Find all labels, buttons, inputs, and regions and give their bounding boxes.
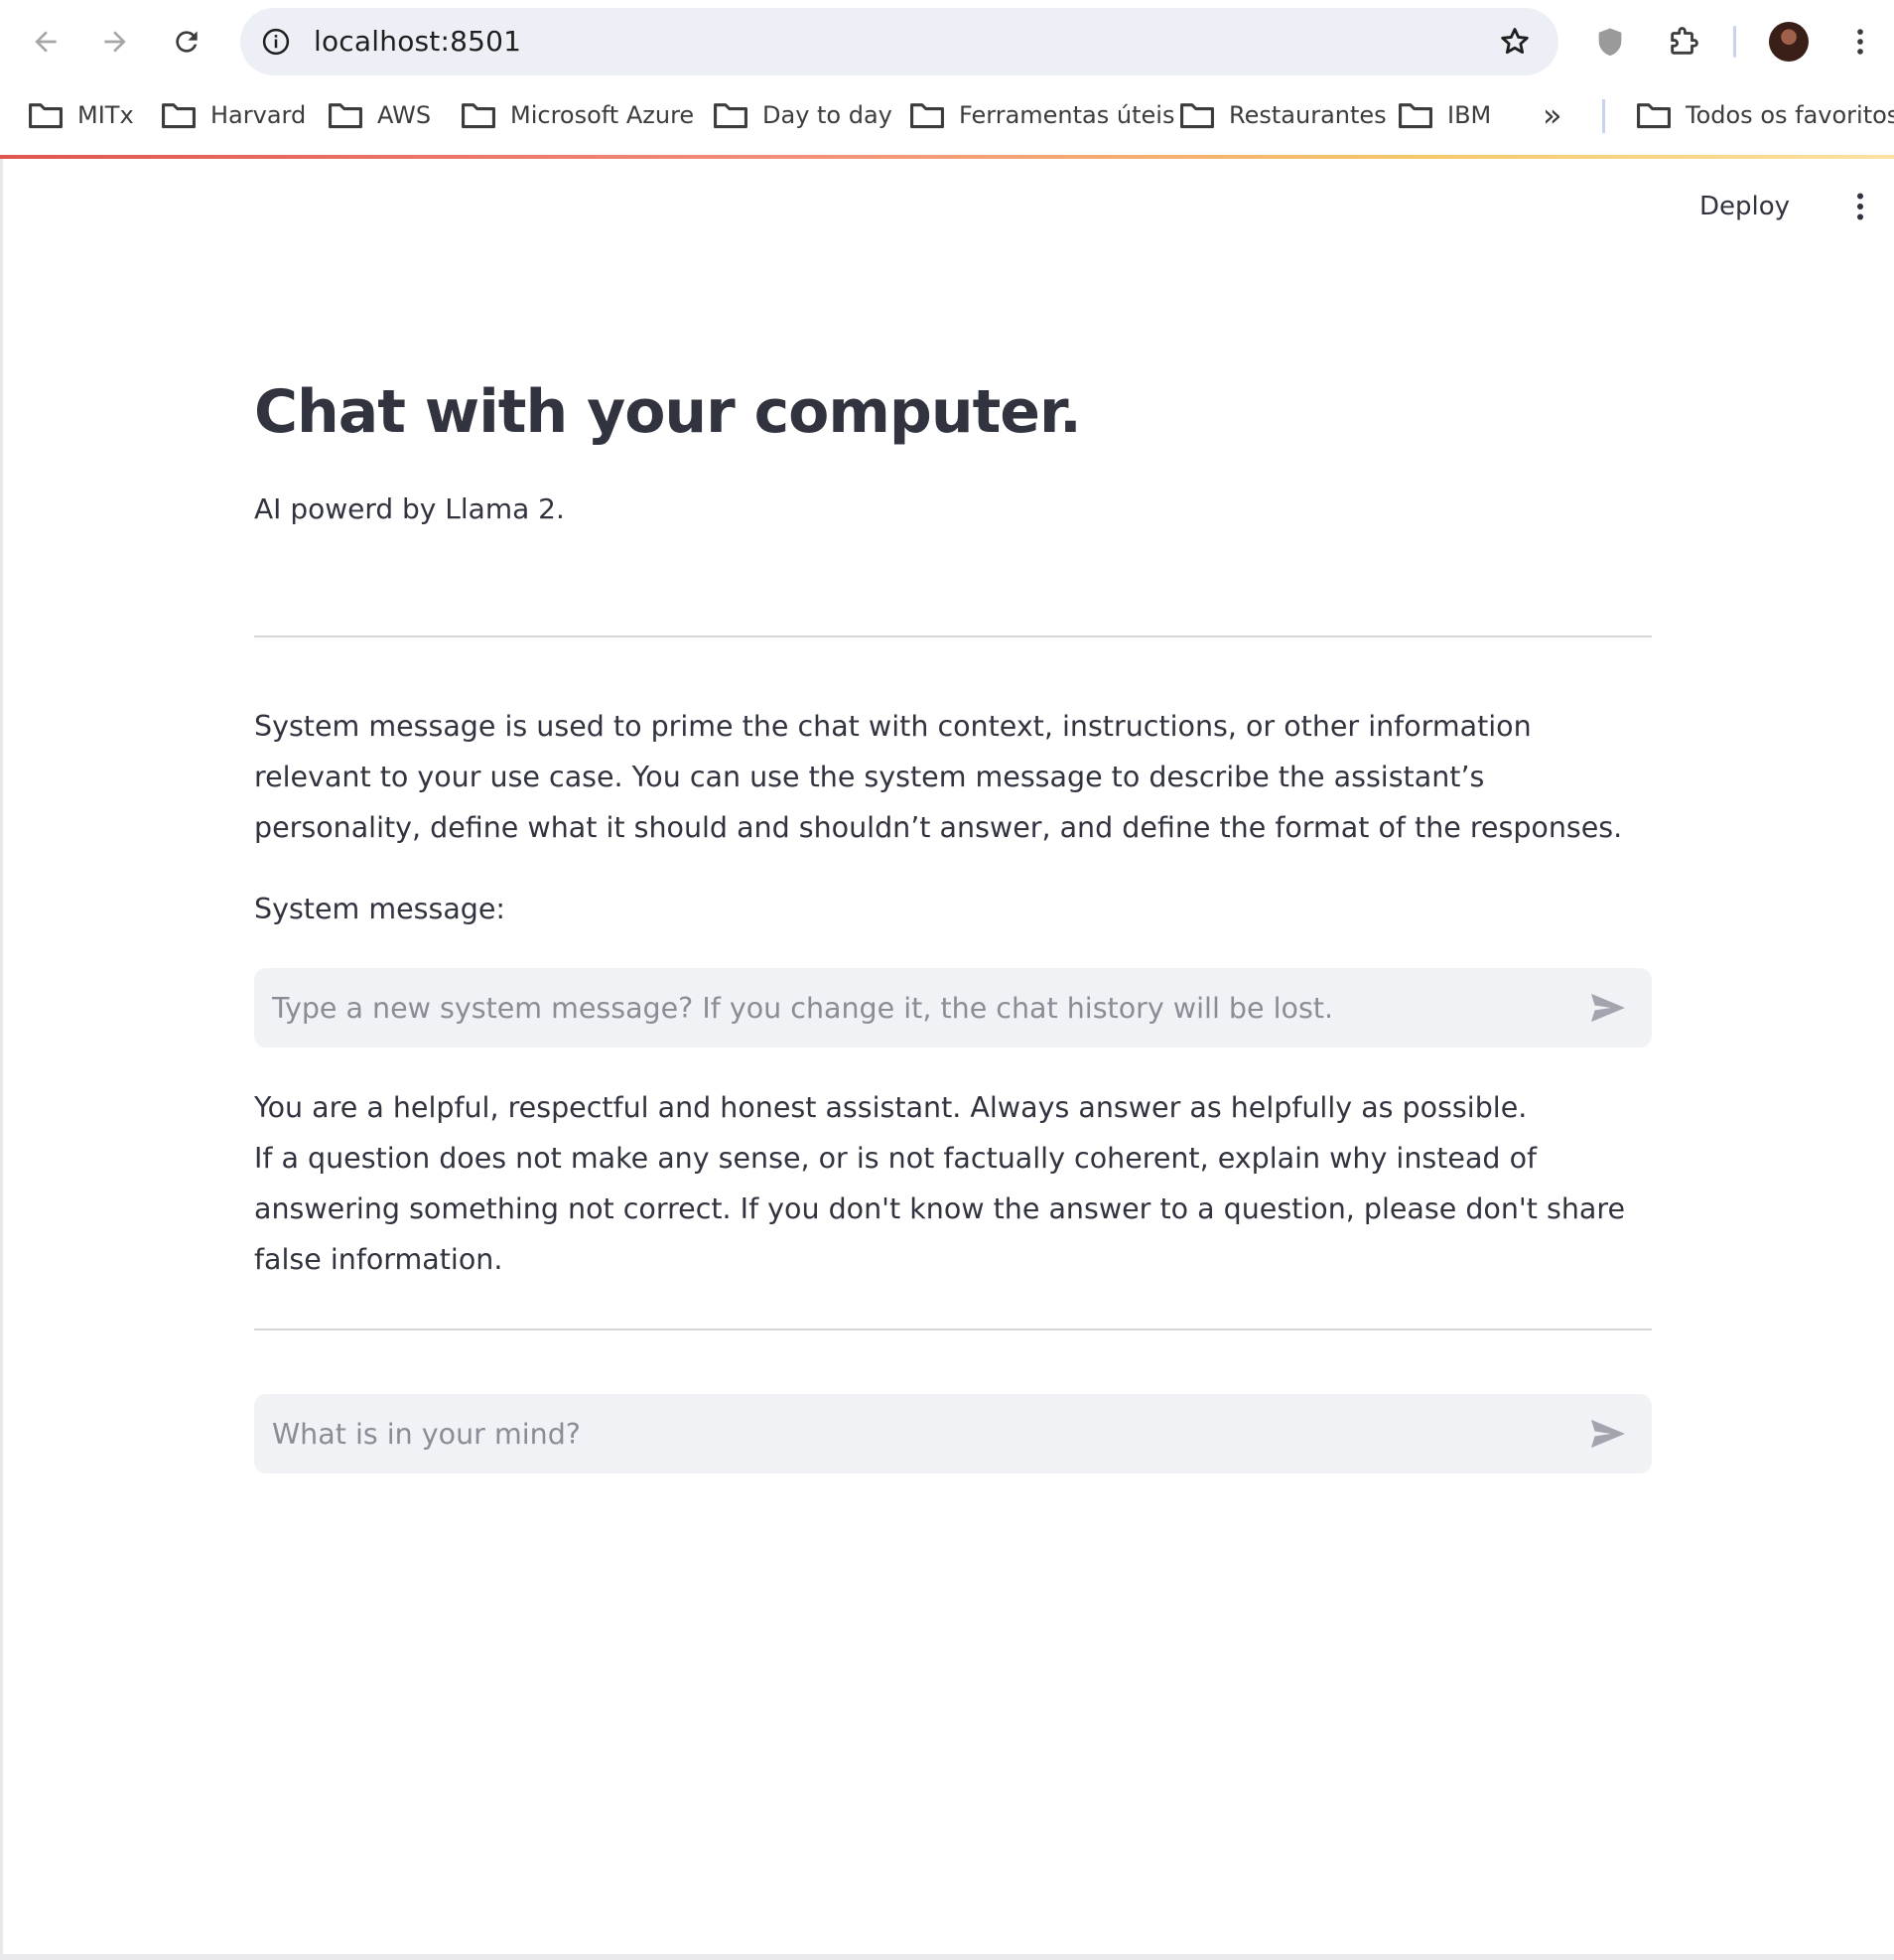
reload-button[interactable]: [159, 14, 214, 70]
bookmark-label: Todos os favoritos: [1686, 101, 1894, 129]
folder-icon: [1180, 103, 1214, 129]
bookmark-label: Restaurantes: [1229, 101, 1387, 129]
arrow-right-icon: [104, 31, 126, 53]
bookmark-label: AWS: [377, 101, 432, 129]
bookmark-folder[interactable]: Restaurantes: [1179, 83, 1387, 147]
folder-icon: [714, 103, 747, 129]
window-left-edge: [0, 159, 3, 1960]
browser-menu-button[interactable]: [1834, 16, 1886, 68]
folder-icon: [910, 103, 944, 129]
browser-toolbar: localhost:8501: [0, 0, 1894, 83]
bookmark-label: Day to day: [762, 101, 892, 129]
folder-icon: [1399, 103, 1432, 129]
chat-input[interactable]: [272, 1394, 1562, 1473]
deploy-button[interactable]: Deploy: [1699, 183, 1790, 230]
bookmark-folder[interactable]: MITx: [28, 83, 134, 147]
forward-button[interactable]: [87, 14, 143, 70]
browser-window: localhost:8501 MITx Harvard AWS Microsof…: [0, 0, 1894, 1960]
privacy-extension-button[interactable]: [1584, 16, 1636, 68]
section-divider: [254, 1329, 1652, 1330]
all-bookmarks-folder[interactable]: Todos os favoritos: [1636, 83, 1894, 147]
system-message-input-container: [254, 968, 1652, 1048]
system-message-label: System message:: [254, 893, 506, 925]
folder-icon: [162, 103, 196, 129]
profile-avatar[interactable]: [1769, 22, 1809, 62]
info-icon: [262, 28, 290, 56]
extensions-button[interactable]: [1658, 16, 1709, 68]
bookmarks-overflow-button[interactable]: »: [1543, 83, 1562, 147]
page-title: Chat with your computer.: [254, 377, 1082, 447]
folder-icon: [29, 103, 63, 129]
address-bar[interactable]: localhost:8501: [240, 8, 1558, 75]
bookmark-label: Ferramentas úteis: [959, 101, 1175, 129]
current-system-message: You are a helpful, respectful and honest…: [254, 1082, 1652, 1285]
system-message-send-button[interactable]: [1586, 986, 1630, 1030]
bookmark-folder[interactable]: Microsoft Azure: [461, 83, 694, 147]
shield-icon: [1598, 28, 1622, 57]
window-bottom-edge: [0, 1954, 1894, 1960]
section-divider: [254, 635, 1652, 637]
back-button[interactable]: [18, 14, 73, 70]
arrow-left-icon: [35, 31, 57, 53]
bookmarks-bar: MITx Harvard AWS Microsoft Azure Day to …: [0, 83, 1894, 155]
bookmark-label: Microsoft Azure: [510, 101, 695, 129]
site-info-button[interactable]: [254, 20, 298, 64]
chat-input-container: [254, 1394, 1652, 1473]
system-message-line: If a question does not make any sense, o…: [254, 1142, 1625, 1276]
bookmark-folder[interactable]: Ferramentas úteis: [909, 83, 1174, 147]
bookmark-label: MITx: [77, 101, 134, 129]
bookmark-label: IBM: [1447, 101, 1492, 129]
folder-icon: [1637, 103, 1671, 129]
bookmark-star-button[interactable]: [1493, 20, 1537, 64]
app-menu-button[interactable]: [1842, 185, 1878, 228]
send-icon: [1591, 993, 1625, 1023]
kebab-menu-icon: [1856, 193, 1864, 220]
puzzle-icon: [1671, 27, 1698, 55]
bookmarks-separator: [1602, 99, 1605, 133]
send-icon: [1591, 1419, 1625, 1449]
bookmark-folder[interactable]: Harvard: [161, 83, 306, 147]
folder-icon: [462, 103, 495, 129]
system-message-line: You are a helpful, respectful and honest…: [254, 1091, 1528, 1124]
chevron-double-right-icon: »: [1543, 96, 1562, 134]
app-page: Deploy Chat with your computer. AI power…: [0, 159, 1894, 1960]
bookmark-label: Harvard: [210, 101, 307, 129]
folder-icon: [329, 103, 362, 129]
toolbar-separator: [1733, 26, 1736, 58]
bookmark-folder[interactable]: AWS: [328, 83, 431, 147]
system-message-input[interactable]: [272, 968, 1562, 1048]
url-text[interactable]: localhost:8501: [314, 8, 521, 75]
screenshot-root: localhost:8501 MITx Harvard AWS Microsof…: [0, 0, 1894, 1960]
bookmark-folder[interactable]: Day to day: [713, 83, 892, 147]
system-message-description: System message is used to prime the chat…: [254, 710, 1623, 844]
kebab-menu-icon: [1857, 29, 1863, 55]
star-icon: [1501, 28, 1529, 55]
reload-icon: [176, 31, 198, 53]
bookmark-folder[interactable]: IBM: [1398, 83, 1491, 147]
page-subtitle: AI powerd by Llama 2.: [254, 492, 565, 525]
chat-send-button[interactable]: [1586, 1412, 1630, 1456]
